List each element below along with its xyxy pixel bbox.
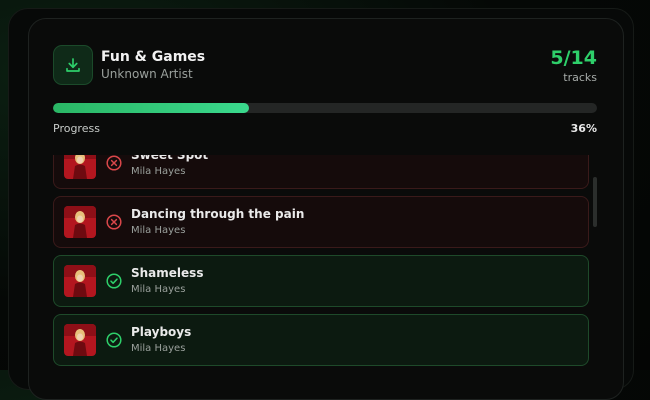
progress-percent: 36% xyxy=(570,122,597,135)
track-item[interactable]: Sweet Spot Mila Hayes xyxy=(53,155,589,189)
download-button[interactable] xyxy=(53,45,93,85)
track-name: Playboys xyxy=(131,325,192,339)
track-cover-image xyxy=(64,155,96,179)
check-circle-icon xyxy=(106,332,122,348)
track-artist: Mila Hayes xyxy=(131,225,186,236)
track-name: Sweet Spot xyxy=(131,155,209,162)
album-artist: Unknown Artist xyxy=(101,67,193,81)
track-item[interactable]: Dancing through the pain Mila Hayes xyxy=(53,196,589,248)
track-item[interactable]: Shameless Mila Hayes xyxy=(53,255,589,307)
progress-bar-fill xyxy=(53,103,249,113)
x-circle-icon xyxy=(106,155,122,171)
x-circle-icon xyxy=(106,214,122,230)
check-circle-icon xyxy=(106,273,122,289)
track-artist: Mila Hayes xyxy=(131,284,186,295)
download-icon xyxy=(66,58,80,72)
track-name: Dancing through the pain xyxy=(131,207,305,221)
track-artist: Mila Hayes xyxy=(131,166,186,177)
track-item[interactable]: Playboys Mila Hayes xyxy=(53,314,589,366)
album-title: Fun & Games xyxy=(101,49,206,65)
track-cover-image xyxy=(64,206,96,238)
track-count: 5/14 xyxy=(550,47,597,69)
scrollbar[interactable] xyxy=(593,177,597,227)
progress-label: Progress xyxy=(53,122,100,135)
track-cover-image xyxy=(64,265,96,297)
track-count-label: tracks xyxy=(563,71,597,84)
track-name: Shameless xyxy=(131,266,204,280)
download-card: Fun & Games Unknown Artist 5/14 tracks P… xyxy=(28,18,624,400)
track-artist: Mila Hayes xyxy=(131,343,186,354)
progress-bar xyxy=(53,103,597,113)
track-cover-image xyxy=(64,324,96,356)
track-list[interactable]: Sweet Spot Mila Hayes Dancing through th… xyxy=(53,155,593,399)
